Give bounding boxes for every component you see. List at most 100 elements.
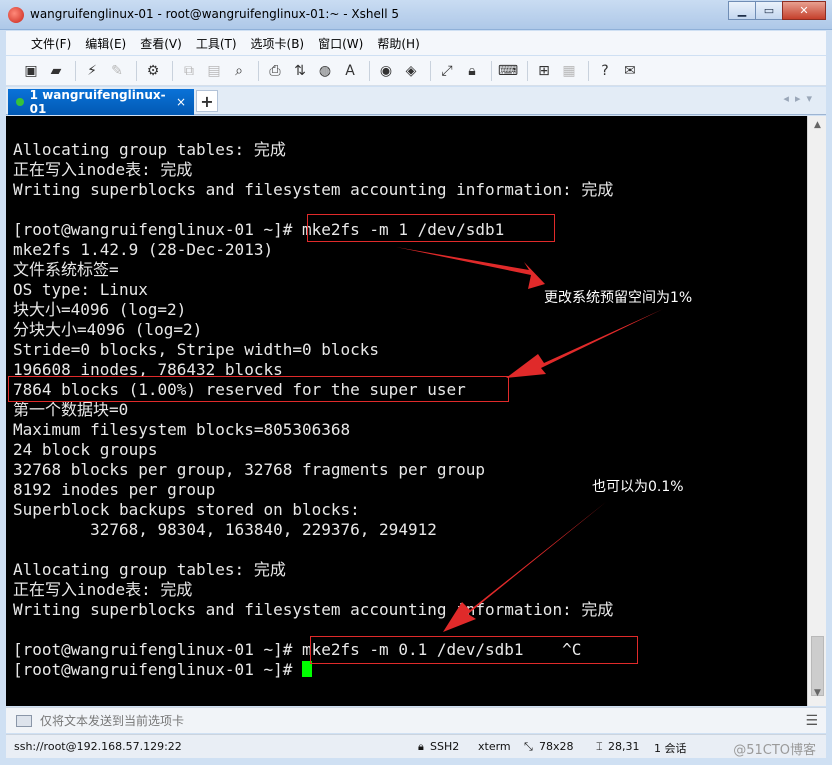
status-protocol: SSH2 (430, 740, 460, 753)
cursor-position-icon: ⌶ (596, 740, 603, 753)
globe-icon[interactable]: ◍ (314, 60, 336, 82)
window-title: wangruifenglinux-01 - root@wangruifengli… (30, 7, 399, 21)
minimize-button[interactable]: ▁ (728, 1, 756, 20)
terminal-line-text: Allocating group tables: 完成 (13, 560, 286, 579)
new-tab-button[interactable]: + (196, 90, 218, 112)
font-icon[interactable]: A (339, 60, 361, 82)
toolbar-separator (172, 60, 173, 81)
terminal-line: Stride=0 blocks, Stripe width=0 blocks (13, 340, 613, 360)
menu-help[interactable]: 帮助(H) (370, 35, 426, 52)
send-to-icon[interactable] (16, 714, 32, 727)
terminal-line: 正在写入inode表: 完成 (13, 580, 613, 600)
terminal-line-text: Stride=0 blocks, Stripe width=0 blocks (13, 340, 380, 359)
status-connection: ssh://root@192.168.57.129:22 (14, 740, 182, 753)
status-terminal-type: xterm (478, 740, 511, 753)
scroll-down-arrow-icon[interactable]: ▼ (811, 688, 824, 702)
lock-small-icon: 🔒︎ (418, 740, 424, 753)
maximize-button[interactable]: ▭ (755, 1, 783, 20)
tab-scroll-arrows-icon[interactable]: ◂▸▾ (783, 92, 818, 105)
scroll-thumb[interactable] (811, 636, 824, 696)
terminal-line: 32768, 98304, 163840, 229376, 294912 (13, 520, 613, 540)
terminal-line: 文件系统标签= (13, 260, 613, 280)
toolbar-separator (369, 60, 370, 81)
terminal-line: Writing superblocks and filesystem accou… (13, 600, 613, 620)
terminal-line: 8192 inodes per group (13, 480, 613, 500)
tab-close-icon[interactable]: × (176, 95, 186, 109)
transfer-icon[interactable]: ⇅ (289, 60, 311, 82)
menu-edit[interactable]: 编辑(E) (78, 35, 133, 52)
help-icon[interactable]: ? (594, 60, 616, 82)
tab-session-1[interactable]: 1 wangruifenglinux-01 × (8, 88, 194, 116)
terminal-line: Allocating group tables: 完成 (13, 140, 613, 160)
status-sessions: 1 会话 (654, 742, 687, 755)
terminal-line-text: OS type: Linux (13, 280, 148, 299)
find-icon[interactable]: ⌕ (228, 60, 250, 82)
terminal-area[interactable]: Allocating group tables: 完成 正在写入inode表: 完… (6, 116, 807, 706)
toolbar-separator (136, 60, 137, 81)
terminal-line: Maximum filesystem blocks=805306368 (13, 420, 613, 440)
terminal-line-text: 块大小=4096 (log=2) (13, 300, 187, 319)
print-icon[interactable]: ⎙ (264, 60, 286, 82)
terminal-line: 第一个数据块=0 (13, 400, 613, 420)
menu-file[interactable]: 文件(F) (24, 35, 78, 52)
window-controls: ▁ ▭ ✕ (728, 1, 826, 20)
reserved-blocks-highlight-box (8, 376, 509, 402)
copy-icon[interactable]: ⧉ (178, 60, 200, 82)
toolbar-separator (430, 60, 431, 81)
layout-icon[interactable]: ▦ (558, 60, 580, 82)
command-highlight-box-2 (310, 636, 638, 664)
add-layout-icon[interactable]: ⊞ (533, 60, 555, 82)
keyboard-icon[interactable]: ⌨ (497, 60, 519, 82)
terminal-line-text: 正在写入inode表: 完成 (13, 160, 193, 179)
script-icon[interactable]: ◈ (400, 60, 422, 82)
menu-tab[interactable]: 选项卡(B) (244, 35, 312, 52)
compose-menu-icon[interactable]: ☰ (805, 713, 818, 729)
terminal-line-text: 32768, 98304, 163840, 229376, 294912 (13, 520, 437, 539)
terminal-line: Writing superblocks and filesystem accou… (13, 180, 613, 200)
paste-icon[interactable]: ▤ (203, 60, 225, 82)
status-cursor-position: 28,31 (608, 740, 640, 753)
toolbar-separator (588, 60, 589, 81)
disconnect-icon[interactable]: ✎ (106, 60, 128, 82)
new-session-icon[interactable]: ▣ (20, 60, 42, 82)
terminal-line-text: Writing superblocks and filesystem accou… (13, 600, 614, 619)
terminal-line: Superblock backups stored on blocks: (13, 500, 613, 520)
chat-icon[interactable]: ✉ (619, 60, 641, 82)
reconnect-icon[interactable]: ⚡ (81, 60, 103, 82)
scroll-up-arrow-icon[interactable]: ▲ (811, 120, 824, 134)
watermark: @51CTO博客 (733, 743, 816, 758)
xftp-icon[interactable]: ◉ (375, 60, 397, 82)
toolbar-separator (258, 60, 259, 81)
terminal-line-text: Writing superblocks and filesystem accou… (13, 180, 614, 199)
command-highlight-box-1 (307, 214, 555, 242)
toolbar-separator (75, 60, 76, 81)
status-size: 78x28 (539, 740, 574, 753)
terminal-line-text: 分块大小=4096 (log=2) (13, 320, 203, 339)
open-folder-icon[interactable]: ▰ (45, 60, 67, 82)
compose-input[interactable]: 仅将文本发送到当前选项卡 (40, 712, 184, 729)
terminal-line: mke2fs 1.42.9 (28-Dec-2013) (13, 240, 613, 260)
terminal-line: 块大小=4096 (log=2) (13, 300, 613, 320)
terminal-line: OS type: Linux (13, 280, 613, 300)
lock-icon[interactable]: 🔒︎ (461, 60, 483, 82)
tab-bar: 1 wangruifenglinux-01 × + ◂▸▾ (6, 87, 826, 116)
terminal-line-text: 24 block groups (13, 440, 158, 459)
xshell-app-icon[interactable] (8, 7, 24, 23)
terminal-scrollbar[interactable]: ▲ ▼ (807, 116, 826, 706)
terminal-line-text: Superblock backups stored on blocks: (13, 500, 360, 519)
toolbar-separator (491, 60, 492, 81)
terminal-line: 分块大小=4096 (log=2) (13, 320, 613, 340)
menu-view[interactable]: 查看(V) (133, 35, 189, 52)
terminal-line-text: 文件系统标签= (13, 260, 119, 279)
menu-window[interactable]: 窗口(W) (311, 35, 370, 52)
terminal-line-text: [root@wangruifenglinux-01 ~]# (13, 660, 302, 679)
menu-tools[interactable]: 工具(T) (189, 35, 244, 52)
title-bar: wangruifenglinux-01 - root@wangruifengli… (0, 0, 832, 30)
properties-icon[interactable]: ⚙ (142, 60, 164, 82)
fullscreen-icon[interactable]: ⤢ (436, 60, 458, 82)
menu-bar: 文件(F) 编辑(E) 查看(V) 工具(T) 选项卡(B) 窗口(W) 帮助(… (6, 31, 826, 55)
terminal-line-text: Maximum filesystem blocks=805306368 (13, 420, 351, 439)
toolbar: ▣ ▰ ⚡ ✎ ⚙ ⧉ ▤ ⌕ ⎙ ⇅ ◍ A ◉ ◈ ⤢ 🔒︎ ⌨ ⊞ ▦ ?… (6, 56, 826, 86)
close-button[interactable]: ✕ (782, 1, 826, 20)
